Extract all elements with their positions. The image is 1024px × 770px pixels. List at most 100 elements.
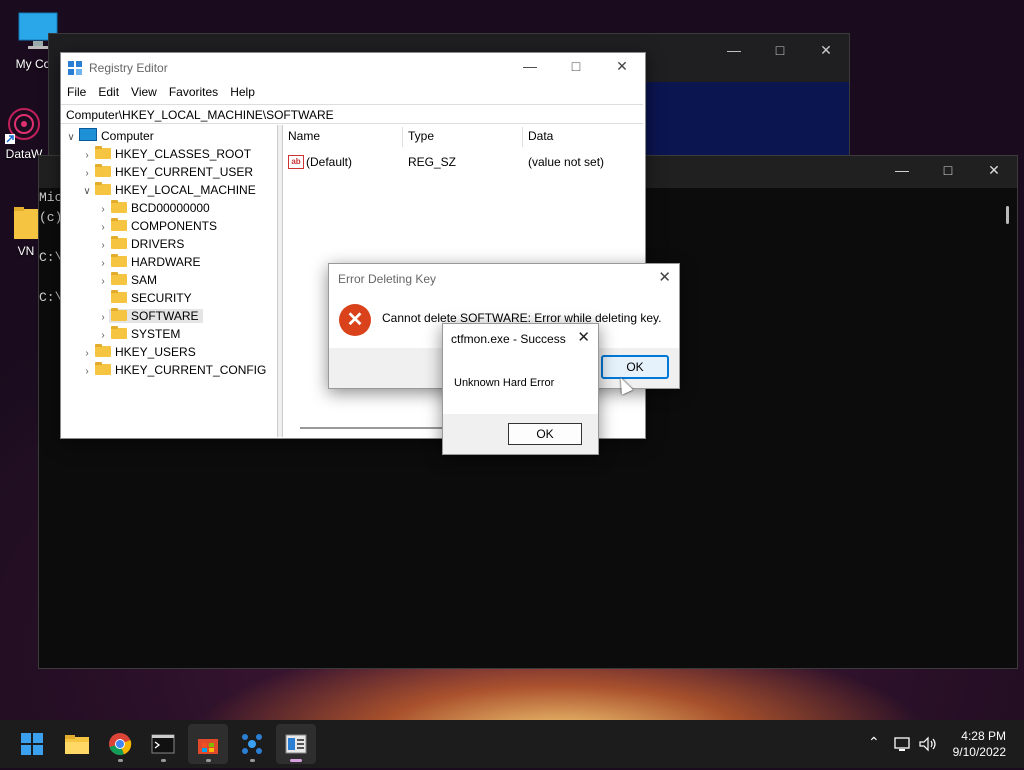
window-title: Registry Editor: [89, 61, 168, 75]
horizontal-scrollbar[interactable]: [300, 427, 450, 429]
ok-button[interactable]: OK: [508, 423, 582, 445]
error-icon: ✕: [339, 304, 371, 336]
ctfmon-success-dialog[interactable]: ctfmon.exe - Success ✕ Unknown Hard Erro…: [442, 323, 599, 455]
table-row[interactable]: ab (Default) REG_SZ (value not set): [286, 153, 636, 171]
tree-item-hardware[interactable]: › HARDWARE: [97, 253, 201, 271]
dialog-title: Error Deleting Key: [338, 272, 437, 286]
folder-icon: [111, 200, 127, 213]
minimize-icon[interactable]: —: [711, 42, 757, 58]
taskbar: ⌃ 4:28 PM 9/10/2022: [0, 720, 1024, 768]
volume-icon[interactable]: [918, 736, 938, 752]
tree-item-label: COMPONENTS: [131, 219, 218, 233]
clock-time: 4:28 PM: [961, 729, 1006, 743]
close-icon[interactable]: ✕: [803, 42, 849, 59]
chevron-right-icon[interactable]: ›: [81, 363, 93, 381]
desktop-icon-datawrapper[interactable]: DataW: [2, 104, 46, 161]
registry-tree[interactable]: ∨ Computer › HKEY_CLASSES_ROOT › HKEY_CURRE…: [63, 125, 277, 437]
folder-icon: [95, 146, 111, 159]
folder-icon: [14, 207, 38, 239]
menu-file[interactable]: File: [61, 83, 92, 101]
folder-icon: [111, 290, 127, 303]
column-header-data[interactable]: Data: [528, 129, 553, 143]
menu-help[interactable]: Help: [224, 83, 261, 101]
tree-item-computer[interactable]: ∨ Computer: [65, 127, 154, 145]
tree-item-software[interactable]: › SOFTWARE: [97, 307, 203, 325]
folder-icon: [111, 272, 127, 285]
console-line: C:\: [39, 290, 63, 305]
tree-item-hku[interactable]: › HKEY_USERS: [81, 343, 196, 361]
value-type: REG_SZ: [408, 155, 457, 169]
menu-view[interactable]: View: [125, 83, 163, 101]
folder-open-icon: [111, 308, 127, 321]
folder-icon: [111, 254, 127, 267]
start-button[interactable]: [12, 724, 52, 764]
value-name: (Default): [306, 155, 353, 169]
console-line: C:\: [39, 250, 63, 265]
taskbar-chrome[interactable]: [100, 724, 140, 764]
datawrapper-icon: [5, 108, 40, 144]
network-app-icon: [242, 734, 262, 754]
folder-icon: [95, 362, 111, 375]
tree-item-label: HKEY_LOCAL_MACHINE: [115, 183, 256, 197]
close-icon[interactable]: ✕: [658, 268, 671, 286]
file-explorer-icon: [65, 735, 89, 754]
maximize-icon[interactable]: □: [757, 42, 803, 58]
tree-item-label: HKEY_CURRENT_USER: [115, 165, 254, 179]
tree-item-drivers[interactable]: › DRIVERS: [97, 235, 184, 253]
dialog-footer: OK: [443, 414, 598, 454]
folder-icon: [95, 344, 111, 357]
ok-button[interactable]: OK: [601, 355, 669, 379]
menu-edit[interactable]: Edit: [92, 83, 125, 101]
tree-item-label: Computer: [101, 129, 154, 143]
close-icon[interactable]: ✕: [599, 58, 645, 75]
chevron-down-icon[interactable]: ∨: [65, 129, 77, 147]
taskbar-file-explorer[interactable]: [57, 724, 97, 764]
folder-icon: [111, 236, 127, 249]
tree-item-label: HKEY_CLASSES_ROOT: [115, 147, 252, 161]
taskbar-regedit[interactable]: [276, 724, 316, 764]
system-clock[interactable]: 4:28 PM 9/10/2022: [953, 728, 1006, 760]
address-bar[interactable]: Computer\HKEY_LOCAL_MACHINE\SOFTWARE: [61, 104, 643, 124]
tree-item-label: DRIVERS: [131, 237, 185, 251]
minimize-icon[interactable]: —: [507, 58, 553, 74]
tree-item-hkcr[interactable]: › HKEY_CLASSES_ROOT: [81, 145, 251, 163]
tree-item-hkcu[interactable]: › HKEY_CURRENT_USER: [81, 163, 253, 181]
close-icon[interactable]: ✕: [971, 162, 1017, 179]
tree-item-label: SYSTEM: [131, 327, 181, 341]
value-data: (value not set): [528, 155, 605, 169]
terminal-icon: [151, 734, 175, 754]
network-icon[interactable]: [894, 736, 912, 752]
show-hidden-icons-chevron-up-icon[interactable]: ⌃: [868, 734, 880, 751]
menu-favorites[interactable]: Favorites: [163, 83, 224, 101]
taskbar-network-app[interactable]: [232, 724, 272, 764]
regedit-titlebar[interactable]: Registry Editor — □ ✕: [61, 53, 645, 83]
regedit-icon: [285, 734, 307, 754]
tree-item-selected: SOFTWARE: [109, 308, 203, 323]
close-icon[interactable]: ✕: [577, 328, 590, 346]
tree-item-system[interactable]: › SYSTEM: [97, 325, 180, 343]
tree-item-label: BCD00000000: [131, 201, 210, 215]
computer-icon: [79, 128, 97, 141]
menu-bar: File Edit View Favorites Help: [61, 83, 261, 103]
maximize-icon[interactable]: □: [925, 162, 971, 178]
minimize-icon[interactable]: —: [879, 162, 925, 178]
taskbar-store[interactable]: [188, 724, 228, 764]
tree-item-hklm[interactable]: ∨ HKEY_LOCAL_MACHINE: [81, 181, 256, 199]
maximize-icon[interactable]: □: [553, 58, 599, 74]
chevron-down-icon[interactable]: ∨: [81, 183, 93, 201]
tree-item-sam[interactable]: › SAM: [97, 271, 157, 289]
tree-item-components[interactable]: › COMPONENTS: [97, 217, 217, 235]
tree-item-security[interactable]: SECURITY: [97, 289, 192, 307]
tree-item-bcd[interactable]: › BCD00000000: [97, 199, 210, 217]
taskbar-terminal[interactable]: [143, 724, 183, 764]
chrome-icon: [109, 733, 132, 756]
start-icon: [21, 733, 43, 755]
column-header-type[interactable]: Type: [408, 129, 434, 143]
console-scrollbar[interactable]: [1006, 206, 1009, 224]
tree-item-hkcc[interactable]: › HKEY_CURRENT_CONFIG: [81, 361, 266, 379]
column-header-name[interactable]: Name: [288, 129, 320, 143]
folder-icon: [111, 326, 127, 339]
tree-item-label: SAM: [131, 273, 158, 287]
